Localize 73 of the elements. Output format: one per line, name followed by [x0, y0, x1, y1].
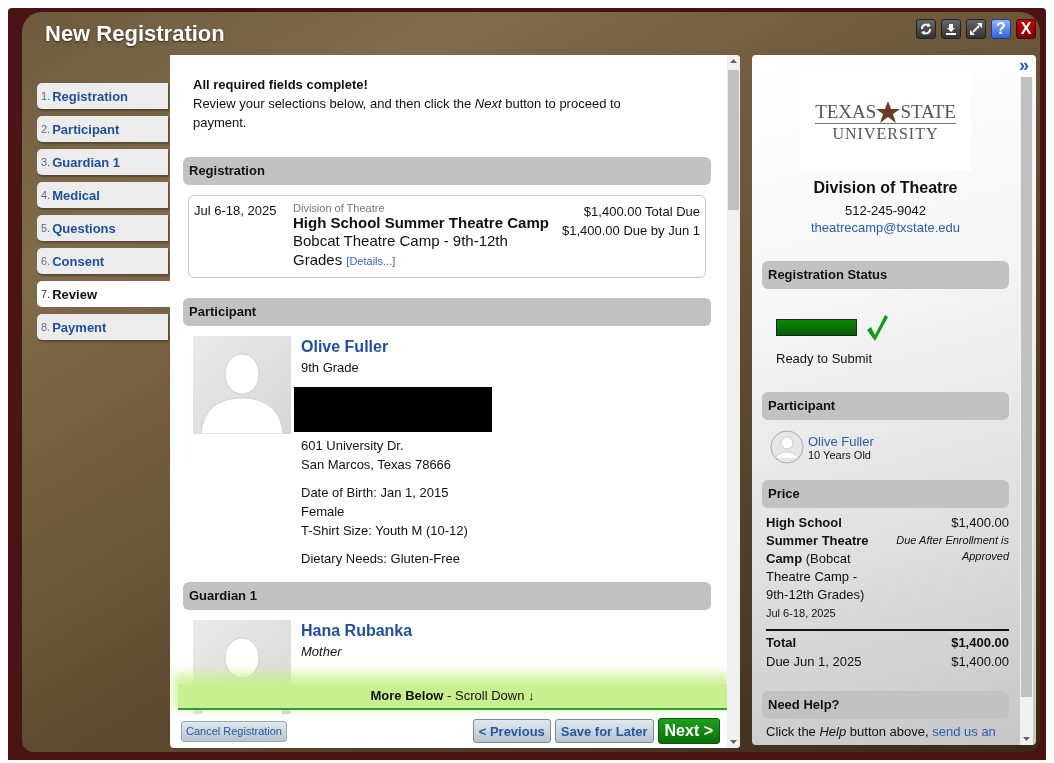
total-label: Total — [766, 634, 797, 652]
save-button[interactable]: Save for Later — [554, 719, 654, 743]
logo-text: UNIVERSITY — [832, 125, 939, 143]
detail-line: Date of Birth: Jan 1, 2015 — [301, 484, 450, 502]
resize-icon — [970, 23, 982, 35]
price-item: High School Summer Theatre Camp (Bobcat Theatre Camp - 9th-12th Grades) — [766, 514, 870, 604]
refresh-icon — [920, 23, 932, 35]
section-header: Registration Status — [762, 261, 1009, 289]
participant-name[interactable]: Olive Fuller — [301, 336, 492, 358]
organizer-name: Division of Theatre — [293, 202, 386, 214]
status-text: Ready to Submit — [776, 351, 874, 366]
step-tab[interactable]: 6.Consent — [37, 248, 168, 274]
phone-number: 512-245-9042 — [844, 203, 927, 218]
dietary-needs: Dietary Needs: Gluten-Free — [301, 550, 461, 568]
due-date: Due Jun 1, 2025 — [766, 653, 862, 671]
due-date-amount: $1,400.00 Due by Jun 1 — [561, 222, 700, 240]
email-link[interactable]: theatrecamp@txstate.edu — [810, 220, 961, 235]
section-header: Need Help? — [762, 691, 1009, 719]
price-note: Due After Enrollment is Approved — [895, 533, 1009, 564]
more-below-banner: More Below - Scroll Down ↓ — [178, 684, 727, 710]
instructions-text: Review your selections below, and then click the Next button to proceed to payment. — [193, 96, 621, 130]
details-link[interactable]: [Details...] — [346, 255, 396, 267]
detail-line: T-Shirt Size: Youth M (10-12) — [301, 522, 469, 540]
step-tab[interactable]: 1.Registration — [37, 83, 168, 109]
section-header: Price — [762, 480, 1009, 508]
star-icon — [876, 101, 901, 123]
download-button[interactable] — [941, 19, 961, 39]
avatar-placeholder — [770, 430, 804, 464]
section-header: Guardian 1 — [183, 582, 711, 610]
total-due: $1,400.00 Total Due — [582, 203, 700, 221]
grade-text: 9th Grade — [301, 359, 360, 377]
refresh-button[interactable] — [916, 19, 936, 39]
section-header: Participant — [183, 298, 711, 326]
close-button[interactable]: X — [1016, 19, 1036, 39]
step-tab[interactable]: 2.Participant — [37, 116, 168, 142]
date-range: Jul 6-18, 2025 — [194, 202, 278, 220]
address-line: 601 University Dr. — [301, 437, 405, 455]
age-text: 10 Years Old — [808, 448, 872, 461]
total-amount: $1,400.00 — [951, 634, 1009, 652]
price-amount: $1,400.00 — [951, 514, 1009, 532]
section-header: Registration — [183, 157, 711, 185]
logo-text: TEXAS — [815, 102, 877, 122]
step-tab[interactable]: 4.Medical — [37, 182, 168, 208]
scrollbar-thumb[interactable] — [1021, 77, 1032, 697]
guardian-name[interactable]: Hana Rubanka — [301, 620, 413, 642]
address-line: San Marcos, Texas 78666 — [301, 456, 453, 474]
session-name: Bobcat Theatre Camp - 9th-12th Grades [Details...] — [293, 231, 509, 270]
due-amount: $1,400.00 — [951, 653, 1009, 671]
relationship-text: Mother — [301, 643, 343, 661]
program-name: High School Summer Theatre Camp — [293, 214, 550, 231]
scrollbar-thumb[interactable] — [728, 70, 739, 210]
download-icon — [945, 23, 957, 35]
step-tab[interactable]: 7.Review — [37, 281, 170, 307]
participant-name[interactable]: Olive Fuller — [808, 433, 874, 449]
step-tab[interactable]: 3.Guardian 1 — [37, 149, 168, 175]
help-text: Click the Help button above, send us an — [765, 723, 997, 740]
next-button[interactable]: Next > — [657, 718, 720, 744]
scrollbar[interactable] — [1020, 77, 1033, 745]
organization-name: Division of Theatre — [812, 179, 959, 197]
scrollbar[interactable] — [727, 55, 740, 748]
step-tab[interactable]: 8.Payment — [37, 314, 168, 340]
status-heading: All required fields complete! — [193, 76, 369, 94]
date-range: Jul 6-18, 2025 — [766, 606, 837, 621]
resize-button[interactable] — [966, 19, 986, 39]
collapse-button[interactable]: » — [1019, 55, 1029, 75]
section-header: Participant — [762, 392, 1009, 420]
cancel-button[interactable]: Cancel Registration — [181, 720, 287, 742]
window-title: New Registration — [45, 20, 225, 47]
detail-line: Female — [301, 503, 346, 521]
step-tab[interactable]: 5.Questions — [37, 215, 168, 241]
previous-button[interactable]: < Previous — [472, 719, 551, 743]
logo-text: STATE — [900, 102, 956, 122]
contact-link[interactable]: send us an — [932, 724, 996, 739]
